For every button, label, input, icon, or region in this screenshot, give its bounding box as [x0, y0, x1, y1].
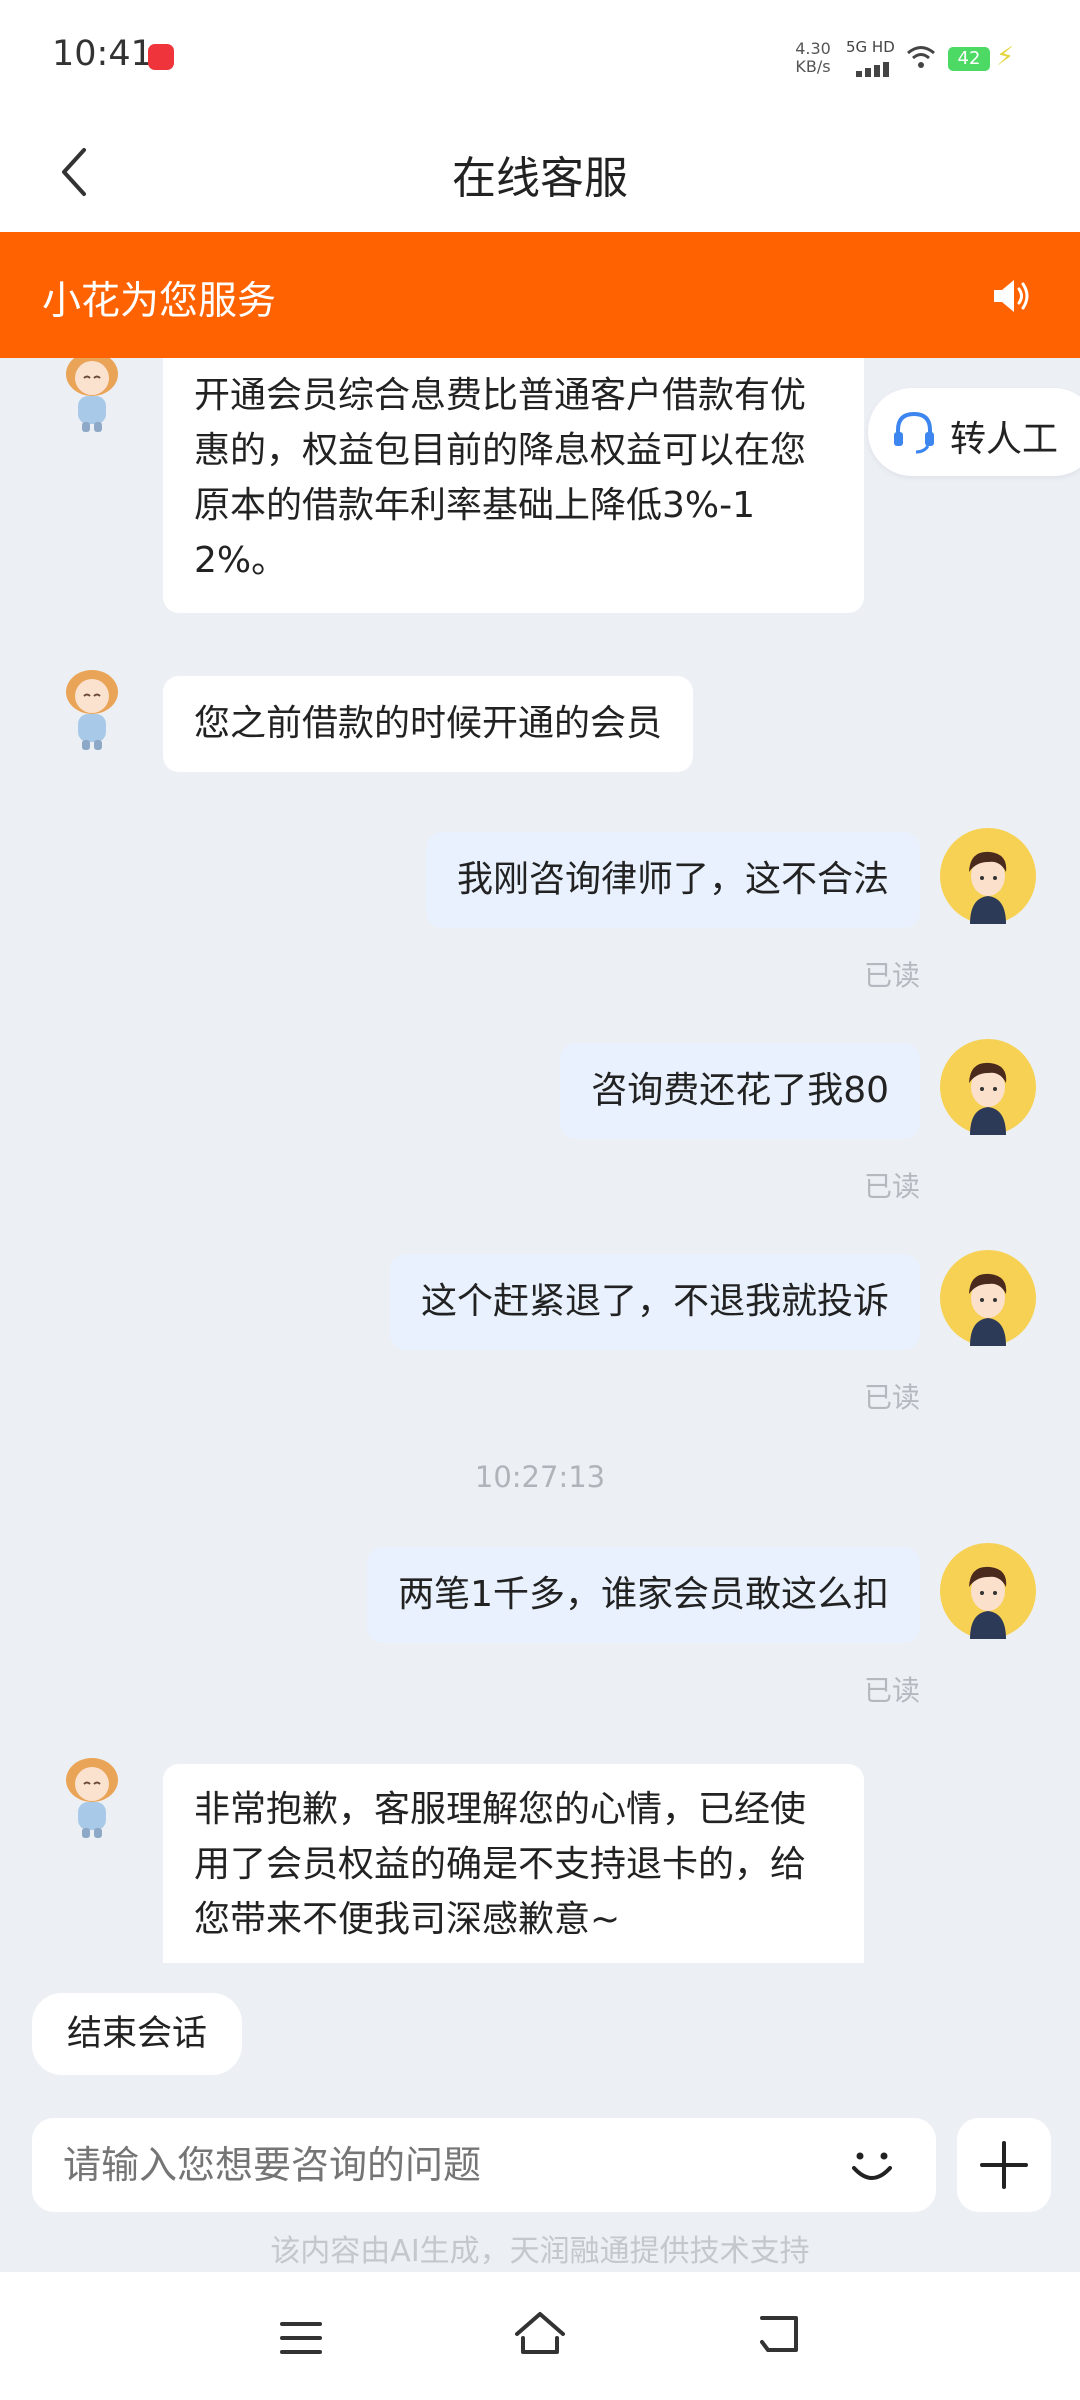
- message-input[interactable]: [63, 2118, 823, 2212]
- emoji-icon[interactable]: [844, 2138, 900, 2194]
- user-avatar: [940, 1250, 1036, 1346]
- transfer-to-human-button[interactable]: 转人工: [868, 388, 1080, 476]
- header: 在线客服: [0, 112, 1080, 232]
- message-line: 非常抱歉，客服理解您的心情，已经使: [194, 1789, 807, 1830]
- page-title: 在线客服: [452, 153, 628, 204]
- speaker-icon[interactable]: [990, 274, 1034, 318]
- chat-area[interactable]: 开通会员综合息费比普通客户借款有优 惠的，权益包目前的降息权益可以在您 原本的借…: [0, 358, 1080, 1963]
- message-line: 您之前借款的时候开通的会员: [194, 703, 663, 744]
- user-message: 咨询费还花了我80: [560, 1043, 920, 1139]
- message-timestamp: 10:27:13: [474, 1460, 606, 1494]
- user-message: 两笔1千多，谁家会员敢这么扣: [367, 1547, 920, 1643]
- headset-icon: [894, 411, 934, 454]
- status-bar: 10:41 4.30 KB/s 5G HD 42 ⚡: [0, 0, 1080, 112]
- agent-message: 开通会员综合息费比普通客户借款有优 惠的，权益包目前的降息权益可以在您 原本的借…: [163, 358, 864, 613]
- user-message: 这个赶紧退了，不退我就投诉: [389, 1254, 920, 1350]
- read-status: 已读: [863, 959, 920, 992]
- status-time: 10:41: [52, 34, 153, 74]
- message-text: 这个赶紧退了，不退我就投诉: [420, 1281, 889, 1322]
- agent-avatar: [66, 1758, 118, 1838]
- service-banner: 小花为您服务: [0, 232, 1080, 358]
- agent-avatar: [66, 358, 118, 432]
- user-avatar: [940, 828, 1036, 924]
- app-notification-icon: [148, 44, 174, 70]
- network-speed-value: 4.30: [795, 39, 831, 58]
- network-speed-unit: KB/s: [795, 57, 831, 76]
- signal-icon: [856, 58, 892, 77]
- banner-title: 小花为您服务: [42, 279, 277, 324]
- battery-level: 42: [957, 48, 981, 69]
- end-session-button[interactable]: 结束会话: [32, 1993, 242, 2075]
- message-line: 原本的借款年利率基础上降低3%-1: [194, 485, 756, 526]
- message-line: 2%。: [194, 540, 288, 581]
- system-nav-bar: [0, 2272, 1080, 2400]
- ai-disclaimer: 该内容由AI生成，天润融通提供技术支持: [270, 2234, 810, 2269]
- message-text: 咨询费还花了我80: [591, 1070, 889, 1111]
- message-line: 用了会员权益的确是不支持退卡的，给: [194, 1844, 807, 1885]
- read-status: 已读: [863, 1674, 920, 1707]
- message-text: 我刚咨询律师了，这不合法: [456, 859, 889, 900]
- transfer-label: 转人工: [950, 419, 1059, 460]
- message-line: 惠的，权益包目前的降息权益可以在您: [194, 430, 807, 471]
- back-nav-icon[interactable]: [756, 2312, 804, 2356]
- menu-icon[interactable]: [278, 2318, 324, 2358]
- plus-icon[interactable]: [957, 2118, 1051, 2212]
- user-avatar: [940, 1543, 1036, 1639]
- message-line: 您带来不便我司深感歉意~: [194, 1899, 621, 1940]
- battery-icon: 42: [948, 47, 990, 71]
- read-status: 已读: [863, 1170, 920, 1203]
- agent-message: 非常抱歉，客服理解您的心情，已经使 用了会员权益的确是不支持退卡的，给 您带来不…: [163, 1764, 864, 1963]
- network-speed: 4.30 KB/s: [790, 40, 836, 76]
- agent-message: 您之前借款的时候开通的会员: [163, 676, 694, 772]
- user-message: 我刚咨询律师了，这不合法: [425, 832, 920, 928]
- user-avatar: [940, 1039, 1036, 1135]
- message-input-box[interactable]: [32, 2118, 936, 2212]
- home-icon[interactable]: [513, 2308, 567, 2358]
- agent-avatar: [66, 670, 118, 750]
- message-line: 开通会员综合息费比普通客户借款有优: [194, 375, 807, 416]
- charging-icon: ⚡: [996, 42, 1015, 72]
- message-text: 两笔1千多，谁家会员敢这么扣: [398, 1574, 889, 1615]
- network-type: 5G HD: [846, 38, 895, 56]
- wifi-icon: [907, 46, 935, 68]
- read-status: 已读: [863, 1381, 920, 1414]
